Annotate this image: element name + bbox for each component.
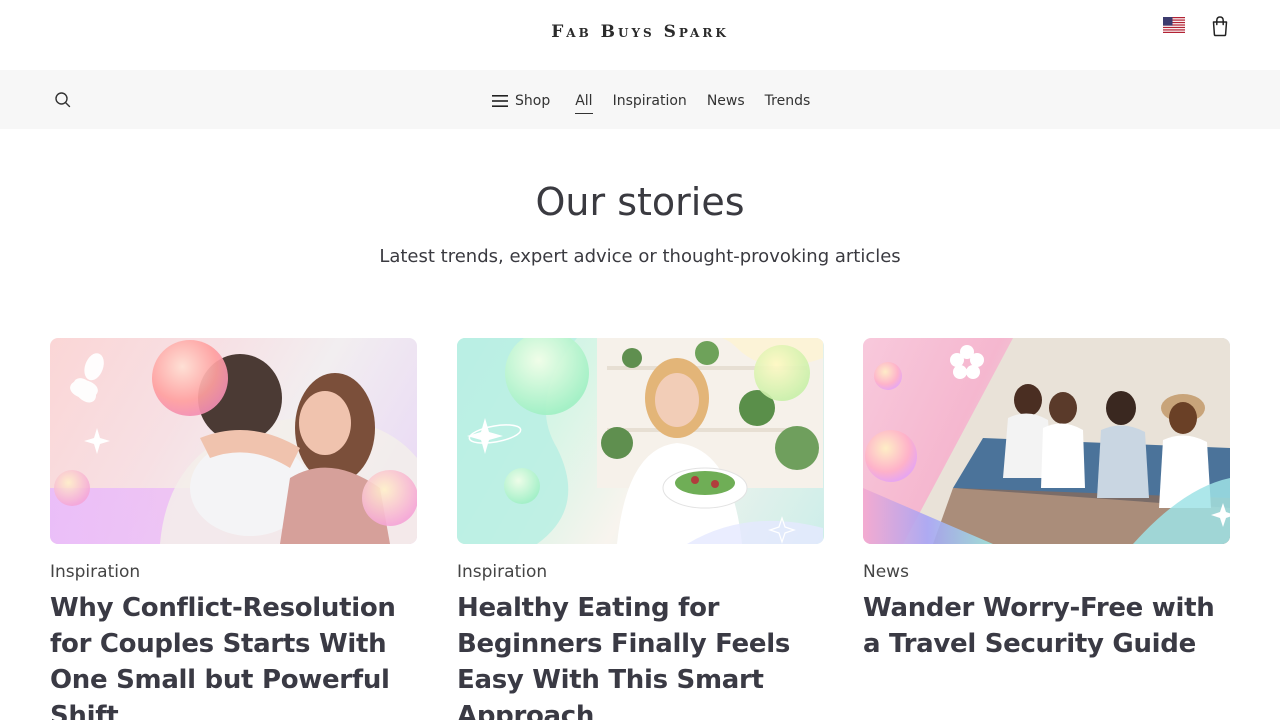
article-card[interactable]: Inspiration Healthy Eating for Beginners… <box>457 338 824 720</box>
nav-item-inspiration[interactable]: Inspiration <box>613 91 687 111</box>
hamburger-menu-icon <box>492 95 508 107</box>
article-category[interactable]: Inspiration <box>457 562 824 582</box>
nav-menu: Shop All Inspiration News Trends <box>492 90 830 114</box>
shop-label: Shop <box>515 93 551 109</box>
nav-item-trends[interactable]: Trends <box>765 91 811 111</box>
nav-item-news[interactable]: News <box>707 91 745 111</box>
shopping-bag-icon[interactable] <box>1210 15 1230 37</box>
main-navbar: Shop All Inspiration News Trends <box>0 70 1280 129</box>
brand-logo[interactable]: Fab Buys Spark <box>0 22 1280 42</box>
article-card[interactable]: Inspiration Why Conflict-Resolution for … <box>50 338 417 720</box>
search-icon[interactable] <box>54 91 72 109</box>
article-image[interactable] <box>50 338 417 544</box>
us-flag-icon[interactable] <box>1163 17 1185 33</box>
article-title[interactable]: Healthy Eating for Beginners Finally Fee… <box>457 590 824 720</box>
article-card[interactable]: News Wander Worry-Free with a Travel Sec… <box>863 338 1230 662</box>
page-title: Our stories <box>535 180 745 224</box>
article-title[interactable]: Wander Worry-Free with a Travel Security… <box>863 590 1230 662</box>
article-title[interactable]: Why Conflict-Resolution for Couples Star… <box>50 590 417 720</box>
article-image[interactable] <box>457 338 824 544</box>
site-header: Fab Buys Spark <box>0 0 1280 70</box>
article-category[interactable]: Inspiration <box>50 562 417 582</box>
nav-item-all[interactable]: All <box>575 91 593 114</box>
page-subtitle: Latest trends, expert advice or thought-… <box>379 246 901 267</box>
article-image[interactable] <box>863 338 1230 544</box>
article-category[interactable]: News <box>863 562 1230 582</box>
shop-menu-button[interactable]: Shop <box>492 91 550 111</box>
